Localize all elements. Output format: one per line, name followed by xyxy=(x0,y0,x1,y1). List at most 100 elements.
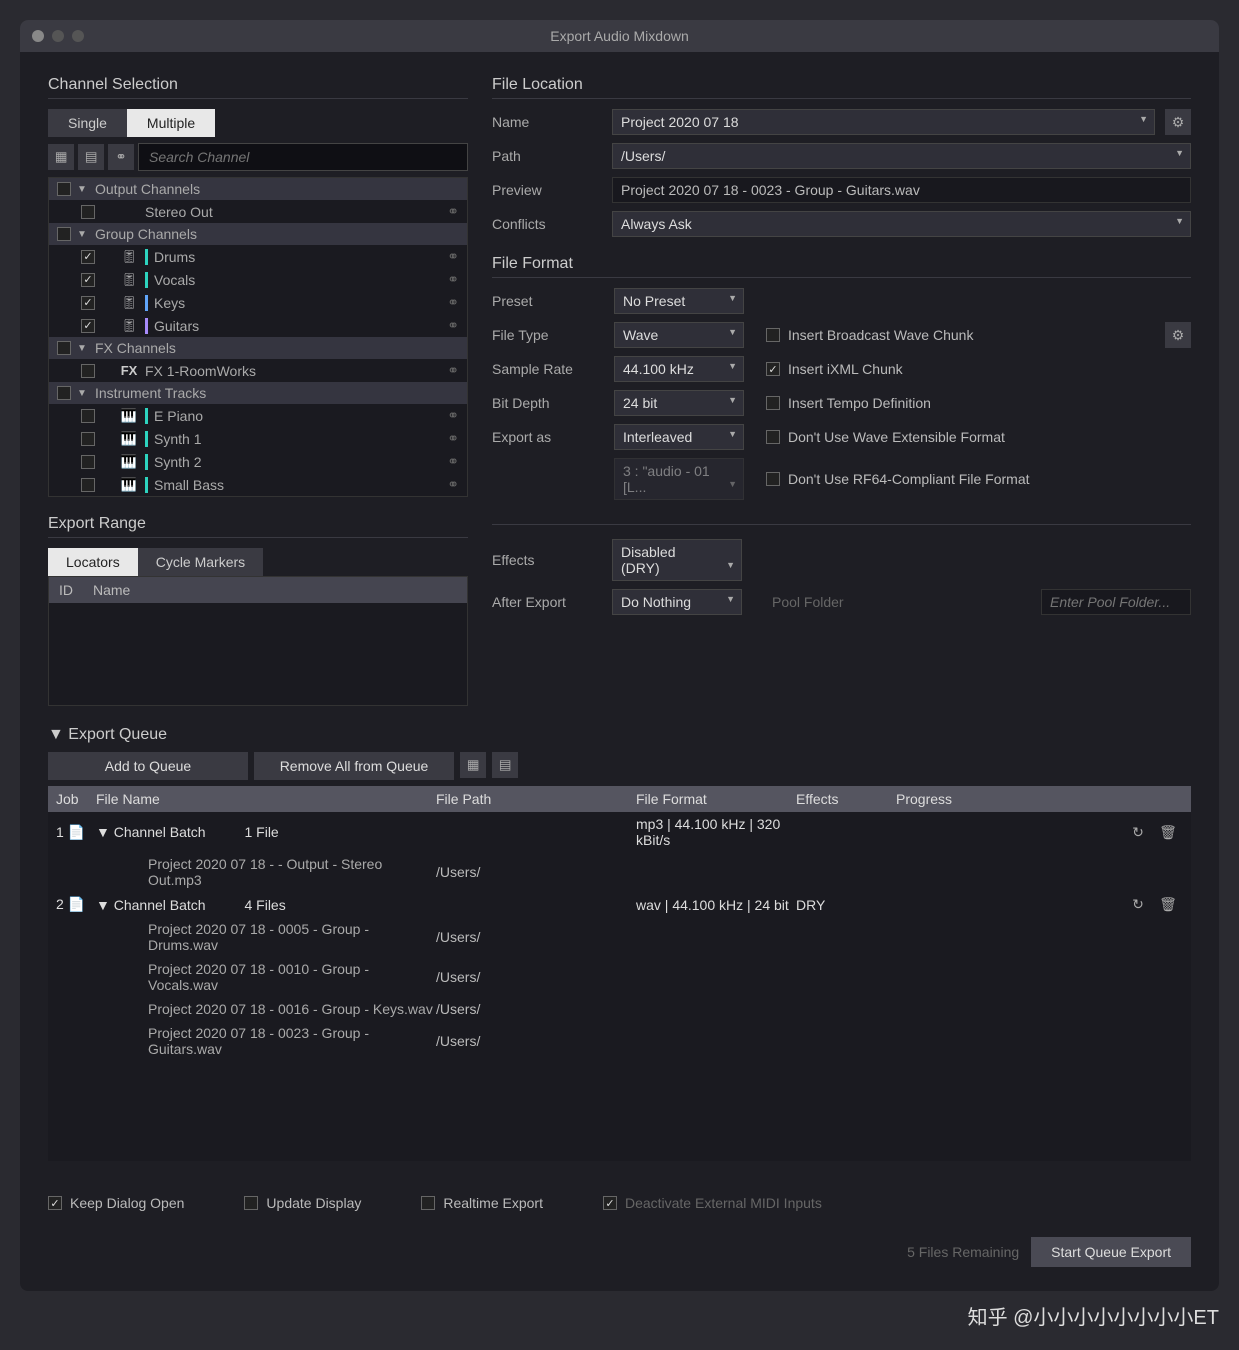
link-icon[interactable]: ⚭ xyxy=(447,203,459,220)
tree-item[interactable]: 🎹Synth 2⚭ xyxy=(49,450,467,473)
link-icon[interactable]: ⚭ xyxy=(447,317,459,334)
chevron-down-icon[interactable]: ▼ xyxy=(77,184,89,195)
tree-group-header[interactable]: ▼FX Channels xyxy=(49,337,467,359)
samplerate-dropdown[interactable]: 44.100 kHz xyxy=(614,356,744,382)
channel-tree[interactable]: ▼Output ChannelsStereo Out⚭▼Group Channe… xyxy=(48,177,468,497)
chevron-down-icon[interactable]: ▼ xyxy=(77,343,89,354)
queue-file-row[interactable]: Project 2020 07 18 - 0023 - Group - Guit… xyxy=(48,1021,1191,1061)
link-icon[interactable]: ⚭ xyxy=(447,407,459,424)
queue-file-row[interactable]: Project 2020 07 18 - 0016 - Group - Keys… xyxy=(48,997,1191,1021)
tree-item[interactable]: 🎚Vocals⚭ xyxy=(49,268,467,291)
waveext-checkbox[interactable] xyxy=(766,430,780,444)
trash-icon[interactable]: 🗑 xyxy=(1153,824,1183,841)
remove-all-button[interactable]: Remove All from Queue xyxy=(254,752,454,780)
tree-item[interactable]: 🎹Bass DI⚭ xyxy=(49,496,467,497)
path-dropdown[interactable]: /Users/ xyxy=(612,143,1191,169)
link-icon[interactable]: ⚭ xyxy=(447,362,459,379)
exportas-dropdown[interactable]: Interleaved xyxy=(614,424,744,450)
trash-icon[interactable]: 🗑 xyxy=(1153,896,1183,913)
item-checkbox[interactable] xyxy=(81,455,95,469)
item-checkbox[interactable] xyxy=(81,478,95,492)
link-icon[interactable]: ⚭ xyxy=(447,248,459,265)
item-checkbox[interactable] xyxy=(81,432,95,446)
refresh-icon[interactable]: ↻ xyxy=(1123,824,1153,841)
tree-item[interactable]: 🎚Keys⚭ xyxy=(49,291,467,314)
tab-multiple[interactable]: Multiple xyxy=(127,109,215,137)
link-icon[interactable]: ⚭ xyxy=(447,294,459,311)
qcol-fileformat: File Format xyxy=(636,791,796,807)
chevron-down-icon[interactable]: ▼ xyxy=(77,388,89,399)
tree-item[interactable]: 🎹Small Bass⚭ xyxy=(49,473,467,496)
keep-dialog-checkbox[interactable] xyxy=(48,1196,62,1210)
queue-icon-1[interactable]: ▦ xyxy=(460,752,486,778)
tree-group-header[interactable]: ▼Group Channels xyxy=(49,223,467,245)
collapse-all-button[interactable]: ▤ xyxy=(78,144,104,170)
tempo-checkbox[interactable] xyxy=(766,396,780,410)
tree-item[interactable]: FXFX 1-RoomWorks⚭ xyxy=(49,359,467,382)
queue-batch-row[interactable]: 1 📄▼ Channel Batch 1 Filemp3 | 44.100 kH… xyxy=(48,812,1191,852)
pool-folder-input[interactable] xyxy=(1041,589,1191,615)
tab-cycle-markers[interactable]: Cycle Markers xyxy=(138,548,263,576)
filetype-label: File Type xyxy=(492,327,602,343)
queue-file-row[interactable]: Project 2020 07 18 - 0005 - Group - Drum… xyxy=(48,917,1191,957)
maximize-icon[interactable] xyxy=(72,30,84,42)
ixml-checkbox[interactable] xyxy=(766,362,780,376)
realtime-export-checkbox[interactable] xyxy=(421,1196,435,1210)
tab-locators[interactable]: Locators xyxy=(48,548,138,576)
search-input[interactable] xyxy=(138,143,468,171)
tree-item[interactable]: 🎹E Piano⚭ xyxy=(49,404,467,427)
item-checkbox[interactable] xyxy=(81,319,95,333)
tree-item[interactable]: Stereo Out⚭ xyxy=(49,200,467,223)
queue-file-row[interactable]: Project 2020 07 18 - 0010 - Group - Voca… xyxy=(48,957,1191,997)
filetype-gear-icon[interactable]: ⚙ xyxy=(1165,322,1191,348)
link-icon[interactable]: ⚭ xyxy=(447,476,459,493)
add-to-queue-button[interactable]: Add to Queue xyxy=(48,752,248,780)
queue-icon-2[interactable]: ▤ xyxy=(492,752,518,778)
qcol-filename: File Name xyxy=(96,791,436,807)
conflicts-dropdown[interactable]: Always Ask xyxy=(612,211,1191,237)
export-queue-heading[interactable]: ▼ Export Queue xyxy=(48,726,1191,744)
item-checkbox[interactable] xyxy=(81,273,95,287)
bitdepth-dropdown[interactable]: 24 bit xyxy=(614,390,744,416)
chevron-down-icon[interactable]: ▼ xyxy=(77,229,89,240)
name-gear-icon[interactable]: ⚙ xyxy=(1165,109,1191,135)
group-checkbox[interactable] xyxy=(57,227,71,241)
minimize-icon[interactable] xyxy=(52,30,64,42)
audio-output-dropdown[interactable]: 3 : "audio - 01 [L... xyxy=(614,458,744,500)
link-icon[interactable]: ⚭ xyxy=(447,453,459,470)
link-icon[interactable]: ⚭ xyxy=(447,271,459,288)
name-dropdown[interactable]: Project 2020 07 18 xyxy=(612,109,1155,135)
deactivate-midi-checkbox[interactable] xyxy=(603,1196,617,1210)
item-checkbox[interactable] xyxy=(81,205,95,219)
queue-file-row[interactable]: Project 2020 07 18 - - Output - Stereo O… xyxy=(48,852,1191,892)
range-col-id: ID xyxy=(59,582,73,598)
item-checkbox[interactable] xyxy=(81,409,95,423)
tree-group-header[interactable]: ▼Instrument Tracks xyxy=(49,382,467,404)
tab-single[interactable]: Single xyxy=(48,109,127,137)
effects-dropdown[interactable]: Disabled (DRY) xyxy=(612,539,742,581)
tree-item[interactable]: 🎚Drums⚭ xyxy=(49,245,467,268)
tree-item[interactable]: 🎹Synth 1⚭ xyxy=(49,427,467,450)
filetype-dropdown[interactable]: Wave xyxy=(614,322,744,348)
broadcast-wave-checkbox[interactable] xyxy=(766,328,780,342)
fx-icon: FX xyxy=(119,363,139,379)
group-checkbox[interactable] xyxy=(57,386,71,400)
group-checkbox[interactable] xyxy=(57,182,71,196)
afterexport-dropdown[interactable]: Do Nothing xyxy=(612,589,742,615)
update-display-checkbox[interactable] xyxy=(244,1196,258,1210)
item-checkbox[interactable] xyxy=(81,250,95,264)
expand-all-button[interactable]: ▦ xyxy=(48,144,74,170)
item-checkbox[interactable] xyxy=(81,296,95,310)
rf64-checkbox[interactable] xyxy=(766,472,780,486)
start-export-button[interactable]: Start Queue Export xyxy=(1031,1237,1191,1267)
refresh-icon[interactable]: ↻ xyxy=(1123,896,1153,913)
link-icon[interactable]: ⚭ xyxy=(447,430,459,447)
tree-group-header[interactable]: ▼Output Channels xyxy=(49,178,467,200)
queue-batch-row[interactable]: 2 📄▼ Channel Batch 4 Fileswav | 44.100 k… xyxy=(48,892,1191,917)
tree-item[interactable]: 🎚Guitars⚭ xyxy=(49,314,467,337)
link-button[interactable]: ⚭ xyxy=(108,144,134,170)
preset-dropdown[interactable]: No Preset xyxy=(614,288,744,314)
group-checkbox[interactable] xyxy=(57,341,71,355)
close-icon[interactable] xyxy=(32,30,44,42)
item-checkbox[interactable] xyxy=(81,364,95,378)
